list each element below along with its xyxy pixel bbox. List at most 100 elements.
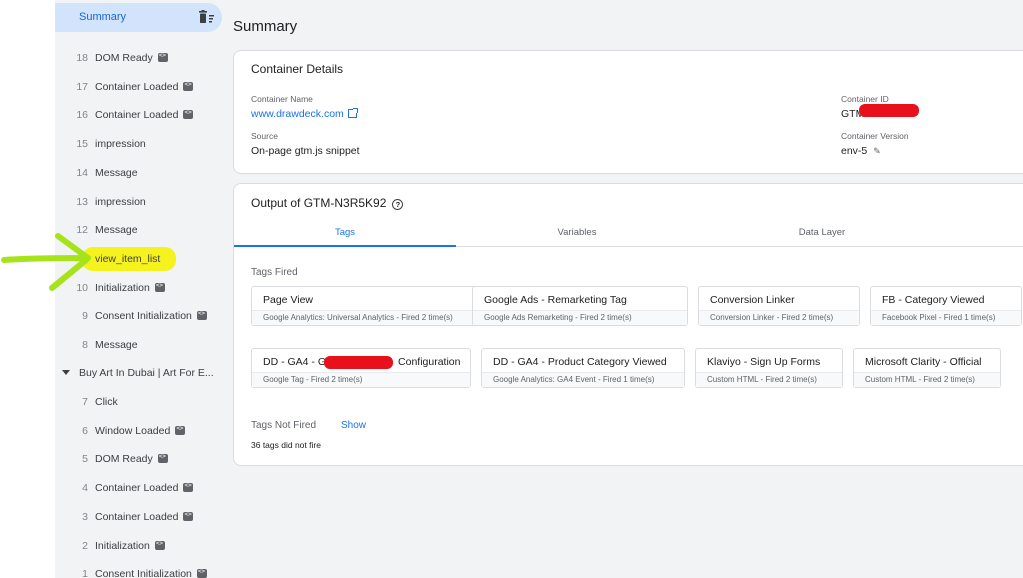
delete-icon[interactable] [198,10,214,24]
sidebar-event-item[interactable]: 4 Container Loaded [55,482,223,502]
tag-name: Google Ads - Remarketing Tag [484,294,627,306]
active-tab-indicator [234,245,456,247]
fired-tag-card[interactable]: Google Ads - Remarketing Tag Google Ads R… [472,286,688,326]
container-name-link[interactable]: www.drawdeck.com [251,108,344,120]
sidebar-event-item[interactable]: 8 Message [55,339,223,359]
event-name: Container Loaded [95,109,194,121]
api-call-icon [183,482,194,493]
tag-fire-summary: Google Analytics: Universal Analytics - … [252,310,488,325]
fired-tag-card[interactable]: DD - GA4 - Product Category Viewed Google… [481,348,685,388]
api-call-icon [183,511,194,521]
not-fired-count: 36 tags did not fire [251,440,321,450]
event-number: 9 [82,310,88,323]
fired-tag-card[interactable]: Conversion Linker Conversion Linker - Fir… [698,286,860,326]
event-name: Consent Initialization [95,568,207,578]
event-name: Consent Initialization [95,310,207,322]
container-id-label: Container ID [841,94,889,104]
event-name: Container Loaded [95,81,194,93]
event-name: Initialization [95,540,165,552]
tag-fire-summary: Google Ads Remarketing - Fired 2 time(s) [473,310,687,325]
event-number: 2 [82,539,88,552]
source-value: On-page gtm.js snippet [251,145,360,157]
event-number: 7 [82,396,88,408]
api-call-icon [183,81,194,91]
event-name: DOM Ready [95,453,168,465]
event-number: 17 [76,80,88,93]
sidebar-event-item[interactable]: 15 impression [55,138,223,158]
api-call-icon [196,310,207,321]
sidebar-item-summary[interactable]: Summary [55,3,222,32]
api-call-icon [196,568,207,578]
output-title: Output of GTM-N3R5K92? [251,196,404,210]
api-call-icon [157,453,168,464]
sidebar-event-item[interactable]: 9 Consent Initialization [55,310,223,330]
sidebar-event-item[interactable]: 5 DOM Ready [55,453,223,473]
tag-name: FB - Category Viewed [882,294,985,306]
event-number: 15 [76,138,88,151]
main-panel: Summary Container Details Container Name… [223,0,1023,578]
event-name: Message [95,339,138,351]
event-number: 8 [82,339,88,351]
event-name: Container Loaded [95,511,194,523]
tag-fire-summary: Conversion Linker - Fired 2 time(s) [699,310,859,325]
output-title-text: Output of GTM-N3R5K92 [251,196,387,210]
sidebar-event-item[interactable]: 7 Click [55,396,223,416]
tab-tags[interactable]: Tags [234,227,456,238]
tag-fire-summary: Facebook Pixel - Fired 1 time(s) [871,310,1021,325]
tag-fire-summary: Google Tag - Fired 2 time(s) [252,372,470,387]
event-number: 16 [76,109,88,122]
page-title: Summary [233,18,298,35]
api-call-icon [157,52,168,62]
container-details-title: Container Details [251,62,344,76]
sidebar-event-item[interactable]: 2 Initialization [55,540,223,560]
event-number: 14 [76,166,88,179]
container-version-label: Container Version [841,131,909,141]
sidebar-event-item[interactable]: 13 impression [55,196,223,216]
sidebar-event-item[interactable]: 6 Window Loaded [55,425,223,445]
sidebar-event-item[interactable]: 18 DOM Ready [55,52,223,72]
sidebar-event-item[interactable]: 3 Container Loaded [55,511,223,531]
pencil-icon[interactable]: ✎ [873,146,881,157]
fired-tag-card[interactable]: Microsoft Clarity - Official Custom HTML … [853,348,1001,388]
container-details-card: Container Details Container Name www.dra… [233,50,1023,174]
container-version-value: env-5 ✎ [841,145,881,157]
chevron-down-icon [62,370,70,375]
event-number: 13 [76,195,88,208]
annotation-arrow-icon [1,233,91,291]
event-name: DOM Ready [95,52,168,64]
event-number: 18 [76,52,88,64]
api-call-icon [154,540,165,550]
event-name: Window Loaded [95,425,186,437]
fired-tag-card[interactable]: Klaviyo - Sign Up Forms Custom HTML - Fir… [695,348,843,388]
show-not-fired-button[interactable]: Show [341,420,366,431]
tag-name: Microsoft Clarity - Official [865,356,982,368]
help-icon[interactable]: ? [392,199,404,210]
api-call-icon [154,282,165,292]
sidebar-event-item[interactable]: 17 Container Loaded [55,81,223,101]
tag-fire-summary: Google Analytics: GA4 Event - Fired 1 ti… [482,372,684,387]
tag-fire-summary: Custom HTML - Fired 2 time(s) [854,372,1000,387]
page-group-header[interactable]: Buy Art In Dubai | Art For E... [55,367,223,387]
page-group-title: Buy Art In Dubai | Art For E... [79,367,214,379]
tab-variables[interactable]: Variables [456,227,698,238]
open-in-new-icon[interactable] [347,108,358,118]
redaction-mark [859,104,919,117]
event-name: impression [95,195,146,208]
event-name: Click [95,396,118,408]
redaction-mark [324,356,393,369]
tab-data-layer[interactable]: Data Layer [698,227,946,238]
container-name-value[interactable]: www.drawdeck.com [251,108,358,120]
event-number: 3 [82,510,88,523]
fired-tag-card[interactable]: FB - Category Viewed Facebook Pixel - Fir… [870,286,1022,326]
sidebar-item-view-item-list[interactable]: view_item_list [95,253,160,265]
event-number: 1 [82,568,88,578]
api-call-icon [175,425,186,435]
sidebar-event-item[interactable]: 1 Consent Initialization [55,568,223,578]
output-card: Output of GTM-N3R5K92? Tags Variables Da… [233,183,1023,466]
tags-not-fired-label: Tags Not Fired [251,420,317,431]
sidebar-event-item[interactable]: 16 Container Loaded [55,109,223,129]
sidebar-event-item[interactable]: 14 Message [55,167,223,187]
fired-tag-card[interactable]: Page View Google Analytics: Universal Ana… [251,286,489,326]
output-tabs: Tags Variables Data Layer [234,221,1023,247]
tags-fired-label: Tags Fired [251,267,298,278]
